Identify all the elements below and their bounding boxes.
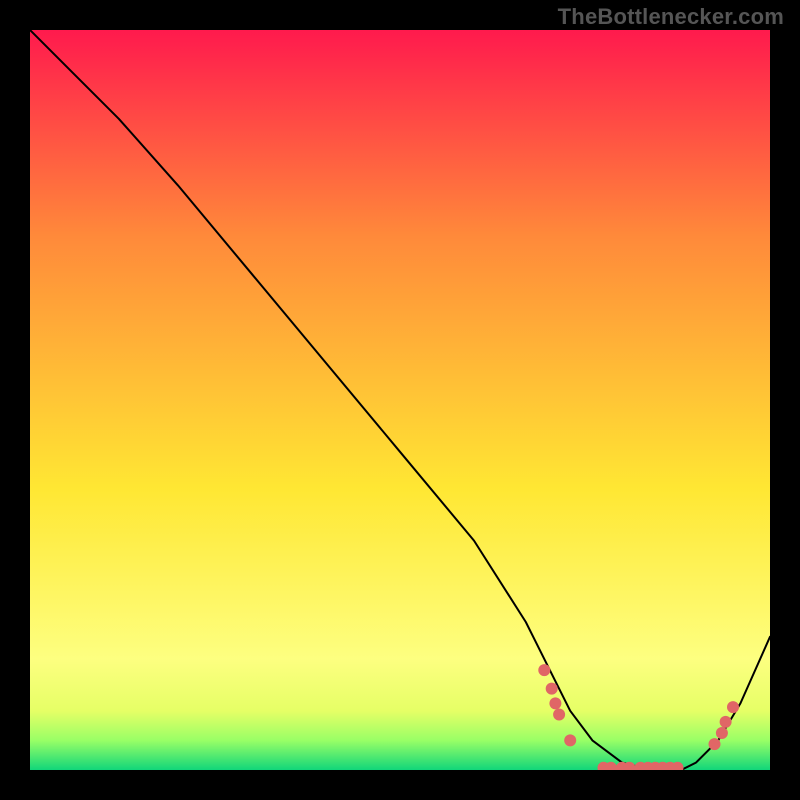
chart-svg bbox=[30, 30, 770, 770]
curve-dot bbox=[720, 716, 732, 728]
curve-dot bbox=[549, 697, 561, 709]
curve-dot bbox=[709, 738, 721, 750]
curve-dot bbox=[727, 701, 739, 713]
curve-dot bbox=[716, 727, 728, 739]
curve-dot bbox=[564, 734, 576, 746]
chart-gradient-bg bbox=[30, 30, 770, 770]
curve-dot bbox=[546, 683, 558, 695]
attribution-label: TheBottlenecker.com bbox=[558, 4, 784, 30]
curve-dot bbox=[553, 709, 565, 721]
chart-frame: TheBottlenecker.com bbox=[0, 0, 800, 800]
curve-dot bbox=[538, 664, 550, 676]
